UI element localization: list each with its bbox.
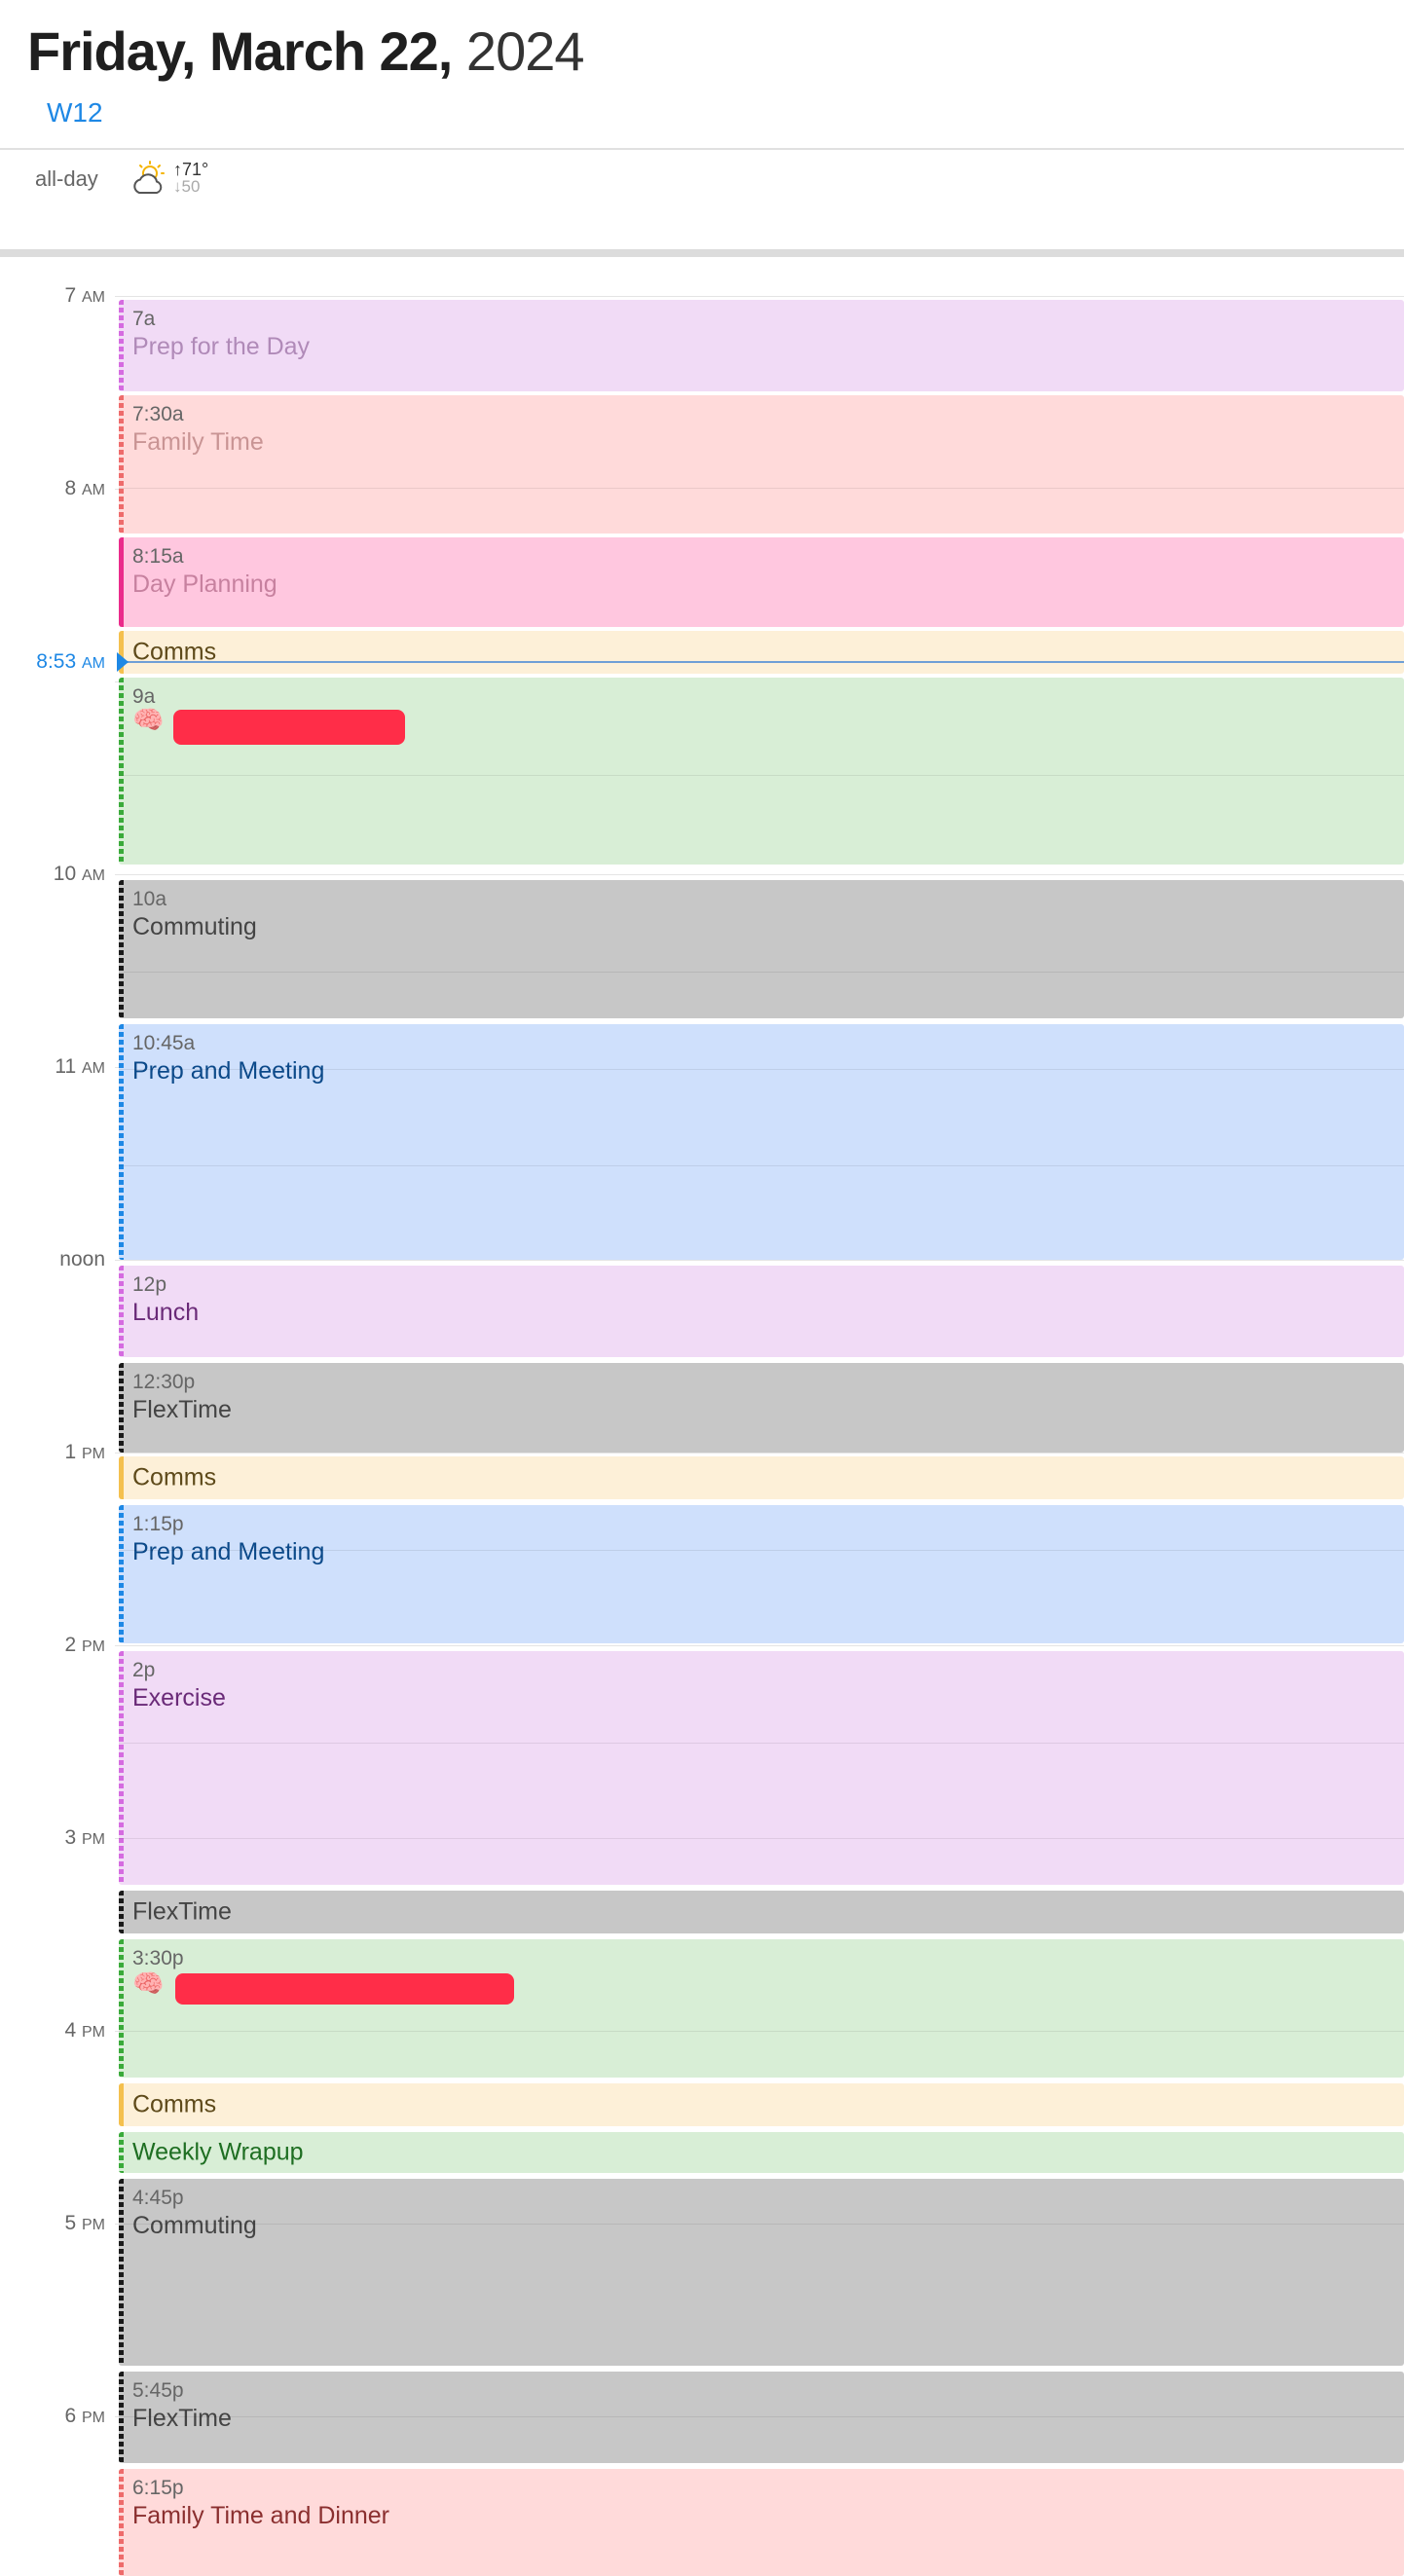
current-time-label: 8:53 AM xyxy=(36,650,105,673)
temperature-low: ↓50 xyxy=(173,177,201,196)
day-timeline[interactable]: 7 AM 8 AM 10 AM 11 AM noon 1 PM 2 PM 3 P… xyxy=(0,263,1404,2576)
event-comms[interactable]: Comms xyxy=(119,631,1404,674)
weather-widget[interactable]: ↑71° ↓50 xyxy=(130,160,218,199)
event-title: Commuting xyxy=(132,913,257,940)
event-comms-late[interactable]: Comms xyxy=(119,2083,1404,2126)
event-commuting-morning[interactable]: 10a Commuting xyxy=(119,880,1404,1018)
hour-gridline xyxy=(115,1260,1404,1261)
hour-gridline xyxy=(119,972,1404,973)
event-time: 5:45p xyxy=(132,2379,184,2402)
event-family-time-and-dinner[interactable]: 6:15p Family Time and Dinner xyxy=(119,2469,1404,2576)
hour-label-1pm: 1 PM xyxy=(64,1441,105,1463)
event-comms-afternoon[interactable]: Comms xyxy=(119,1456,1404,1499)
event-title: Day Planning xyxy=(132,570,277,598)
hour-label-7am: 7 AM xyxy=(64,284,105,307)
hour-label-5pm: 5 PM xyxy=(64,2212,105,2234)
hour-gridline xyxy=(119,2416,1404,2417)
event-time: 7:30a xyxy=(132,403,184,425)
hour-label-8am: 8 AM xyxy=(64,477,105,499)
event-title: FlexTime xyxy=(132,2405,232,2432)
event-flextime-midday[interactable]: 12:30p FlexTime xyxy=(119,1363,1404,1453)
event-time: 2p xyxy=(132,1659,156,1681)
hour-gridline xyxy=(119,488,1404,489)
event-time: 10:45a xyxy=(132,1032,196,1054)
hour-label-3pm: 3 PM xyxy=(64,1826,105,1849)
year-label: 2024 xyxy=(465,20,585,82)
hour-gridline xyxy=(119,1550,1404,1551)
event-time: 8:15a xyxy=(132,545,184,568)
hour-gridline xyxy=(119,775,1404,776)
event-focus-block-morning[interactable]: 9a 🧠 xyxy=(119,678,1404,865)
hour-gridline xyxy=(115,1645,1404,1646)
day-header: Friday, March 22, 2024 W12 xyxy=(0,0,1404,148)
event-focus-block-afternoon[interactable]: 3:30p 🧠 xyxy=(119,1939,1404,2078)
hour-gridline xyxy=(119,1838,1404,1839)
event-flextime-evening[interactable]: 5:45p FlexTime xyxy=(119,2372,1404,2463)
hour-gridline xyxy=(119,2224,1404,2225)
event-title: Prep and Meeting xyxy=(132,1538,325,1565)
redacted-title xyxy=(175,1973,514,2005)
hour-gridline xyxy=(119,1069,1404,1070)
all-day-label: all-day xyxy=(35,166,98,191)
event-time: 1:15p xyxy=(132,1513,184,1535)
hour-gridline xyxy=(119,1165,1404,1166)
brain-icon: 🧠 xyxy=(132,705,165,734)
event-time: 7a xyxy=(132,308,156,330)
page-title: Friday, March 22, 2024 xyxy=(27,18,584,86)
event-title: Lunch xyxy=(132,1299,200,1326)
event-time: 12:30p xyxy=(132,1371,196,1393)
current-time-line xyxy=(119,661,1404,663)
event-prep-and-meeting-morning[interactable]: 10:45a Prep and Meeting xyxy=(119,1024,1404,1260)
event-weekly-wrapup[interactable]: Weekly Wrapup xyxy=(119,2132,1404,2173)
week-number-link[interactable]: W12 xyxy=(47,97,103,129)
hour-gridline xyxy=(119,2031,1404,2032)
event-time: 12p xyxy=(132,1273,167,1296)
all-day-divider xyxy=(0,249,1404,257)
event-title: Exercise xyxy=(132,1684,226,1711)
event-title: Comms xyxy=(132,2090,217,2118)
brain-icon: 🧠 xyxy=(132,1969,165,1998)
partly-cloudy-sun-icon xyxy=(133,161,165,194)
event-family-time[interactable]: 7:30a Family Time xyxy=(119,395,1404,534)
event-prep-for-the-day[interactable]: 7a Prep for the Day xyxy=(119,300,1404,391)
hour-gridline xyxy=(115,1453,1404,1454)
hour-gridline xyxy=(119,1743,1404,1744)
event-time: 4:45p xyxy=(132,2187,184,2209)
event-title: Prep for the Day xyxy=(132,333,311,360)
event-lunch[interactable]: 12p Lunch xyxy=(119,1266,1404,1357)
event-day-planning[interactable]: 8:15a Day Planning xyxy=(119,537,1404,627)
event-title: FlexTime xyxy=(132,1897,232,1926)
event-title: Prep and Meeting xyxy=(132,1057,325,1085)
event-time: 6:15p xyxy=(132,2477,184,2499)
event-exercise[interactable]: 2p Exercise xyxy=(119,1651,1404,1885)
hour-label-11am: 11 AM xyxy=(55,1055,105,1078)
hour-label-4pm: 4 PM xyxy=(64,2019,105,2042)
event-time: 3:30p xyxy=(132,1947,184,1969)
current-time-marker-icon xyxy=(117,652,129,672)
hour-label-2pm: 2 PM xyxy=(64,1634,105,1656)
event-title: Weekly Wrapup xyxy=(132,2138,304,2166)
hour-gridline xyxy=(115,874,1404,875)
event-time: 10a xyxy=(132,888,167,910)
hour-label-10am: 10 AM xyxy=(53,863,105,885)
redacted-title xyxy=(173,710,405,745)
hour-gridline xyxy=(115,296,1404,297)
event-title: Family Time and Dinner xyxy=(132,2502,389,2529)
header-divider xyxy=(0,148,1404,150)
event-prep-and-meeting-afternoon[interactable]: 1:15p Prep and Meeting xyxy=(119,1505,1404,1643)
date-label: Friday, March 22, xyxy=(27,20,453,82)
event-title: Commuting xyxy=(132,2212,257,2239)
event-flextime-afternoon[interactable]: FlexTime xyxy=(119,1891,1404,1933)
hour-label-6pm: 6 PM xyxy=(64,2405,105,2427)
event-commuting-evening[interactable]: 4:45p Commuting xyxy=(119,2179,1404,2366)
event-title: FlexTime xyxy=(132,1396,232,1423)
event-title: Comms xyxy=(132,1463,217,1491)
event-title: Family Time xyxy=(132,428,264,456)
hour-label-noon: noon xyxy=(59,1248,105,1270)
